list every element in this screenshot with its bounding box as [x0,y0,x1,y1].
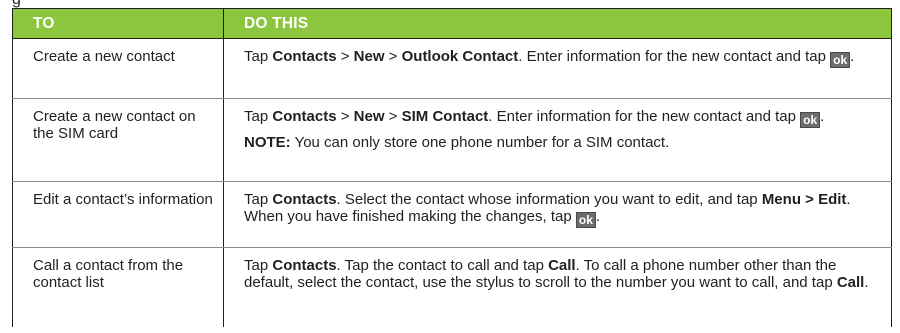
row-instruction-cell: Tap Contacts. Select the contact whose i… [223,181,892,248]
row-instruction-cell: Tap Contacts. Tap the contact to call an… [223,247,892,327]
bold-term: SIM Contact [401,108,489,125]
bold-term: Menu > Edit [761,191,847,208]
contacts-instructions-table: TO DO THIS Create a new contact Tap Cont… [12,8,892,327]
bold-term: New [353,48,385,65]
table-row: Create a new contact Tap Contacts > New … [12,38,892,99]
note-label: NOTE: [244,134,291,151]
header-to: TO [12,8,224,39]
bold-term: Contacts [272,48,337,65]
bold-term: Call [836,274,865,291]
bold-term: Contacts [272,108,337,125]
bold-term: Call [548,257,576,274]
bold-term: Contacts [272,257,337,274]
table-row: Edit a contact’s information Tap Contact… [12,181,892,248]
table-row: Create a new contact on the SIM card Tap… [12,98,892,182]
row-task-cell: Call a contact from the contact list [12,247,224,327]
row-task-cell: Create a new contact on the SIM card [12,98,224,182]
row-instruction-cell: Tap Contacts > New > SIM Contact. Enter … [223,98,892,182]
note-line: NOTE: You can only store one phone numbe… [244,134,873,151]
bold-term: Contacts [272,191,337,208]
bold-term: New [353,108,385,125]
note-text: You can only store one phone number for … [290,134,670,151]
table-header-row: TO DO THIS [12,8,892,39]
ok-button-icon: ok [830,52,851,68]
bold-term: Outlook Contact [401,48,519,65]
row-task-cell: Edit a contact’s information [12,181,224,248]
instruction-text: Tap Contacts > New > SIM Contact. Enter … [244,108,825,128]
ok-button-icon: ok [575,212,596,228]
row-instruction-cell: Tap Contacts > New > Outlook Contact. En… [223,38,892,99]
header-do-this: DO THIS [223,8,892,39]
ok-button-icon: ok [800,112,821,128]
table-row: Call a contact from the contact list Tap… [12,247,892,327]
row-task-cell: Create a new contact [12,38,224,99]
